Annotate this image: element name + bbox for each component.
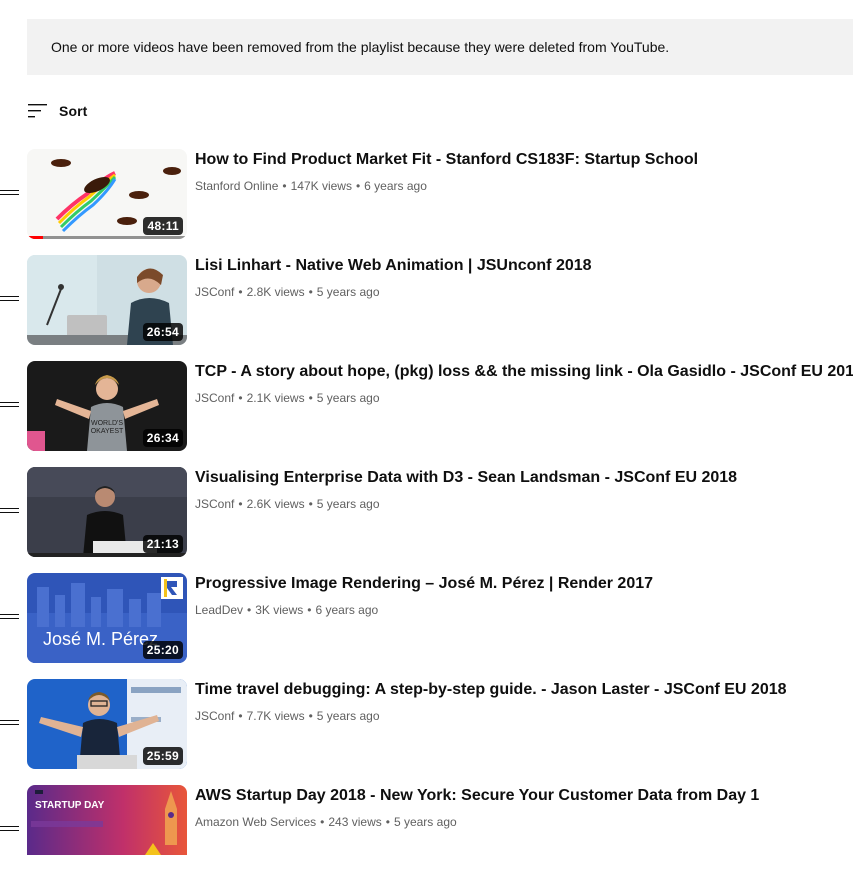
upload-age: 6 years ago	[315, 603, 379, 617]
removed-videos-notice: One or more videos have been removed fro…	[27, 19, 853, 75]
separator: •	[247, 603, 252, 617]
channel-name[interactable]: JSConf	[195, 391, 234, 405]
drag-handle-icon[interactable]	[0, 294, 19, 304]
separator: •	[307, 603, 312, 617]
channel-name[interactable]: JSConf	[195, 285, 234, 299]
video-duration: 25:20	[142, 641, 183, 659]
video-title[interactable]: Lisi Linhart - Native Web Animation | JS…	[195, 255, 845, 277]
playlist-video-item[interactable]: José M. Pérez 25:20 Progressive Image Re…	[0, 573, 853, 663]
playlist-video-item[interactable]: 26:54 Lisi Linhart - Native Web Animatio…	[0, 255, 853, 345]
sort-icon	[28, 104, 47, 118]
view-count: 2.8K views	[246, 285, 305, 299]
video-duration: 48:11	[143, 217, 183, 235]
video-thumbnail[interactable]: José M. Pérez 25:20	[27, 573, 187, 663]
channel-name[interactable]: JSConf	[195, 497, 234, 511]
video-thumbnail[interactable]: 25:59	[27, 679, 187, 769]
upload-age: 6 years ago	[364, 179, 427, 193]
watch-progress-fill	[27, 236, 43, 239]
video-title[interactable]: How to Find Product Market Fit - Stanfor…	[195, 149, 845, 171]
channel-name[interactable]: Stanford Online	[195, 179, 278, 193]
channel-name[interactable]: JSConf	[195, 709, 234, 723]
notice-text: One or more videos have been removed fro…	[51, 39, 670, 55]
video-duration: 26:34	[142, 429, 183, 447]
video-duration: 26:54	[142, 323, 183, 341]
video-title[interactable]: Time travel debugging: A step-by-step gu…	[195, 679, 845, 701]
upload-age: 5 years ago	[316, 391, 380, 405]
separator: •	[238, 709, 243, 723]
upload-age: 5 years ago	[316, 709, 380, 723]
thumbnail-caption: José M. Pérez	[43, 629, 158, 649]
drag-handle-icon[interactable]	[0, 612, 19, 622]
video-thumbnail[interactable]: 21:13	[27, 467, 187, 557]
separator: •	[238, 497, 243, 511]
view-count: 243 views	[328, 815, 382, 829]
video-thumbnail[interactable]: 48:11	[27, 149, 187, 239]
upload-age: 5 years ago	[393, 815, 457, 829]
drag-handle-icon[interactable]	[0, 718, 19, 728]
video-duration: 25:59	[142, 747, 183, 765]
drag-handle-icon[interactable]	[0, 506, 19, 516]
separator: •	[308, 285, 313, 299]
view-count: 3K views	[255, 603, 304, 617]
separator: •	[282, 179, 287, 193]
upload-age: 5 years ago	[316, 497, 380, 511]
separator: •	[385, 815, 390, 829]
playlist-video-item[interactable]: 48:11 How to Find Product Market Fit - S…	[0, 149, 853, 239]
separator: •	[308, 391, 313, 405]
video-title[interactable]: TCP - A story about hope, (pkg) loss && …	[195, 361, 853, 383]
drag-handle-icon[interactable]	[0, 400, 19, 410]
drag-handle-icon[interactable]	[0, 188, 19, 198]
separator: •	[238, 285, 243, 299]
sort-label: Sort	[59, 103, 88, 119]
video-duration: 21:13	[142, 535, 183, 553]
playlist-video-item[interactable]: WORLD'S OKAYEST 26:34 TCP - A story abou…	[0, 361, 853, 451]
channel-name[interactable]: LeadDev	[195, 603, 243, 617]
video-title[interactable]: Visualising Enterprise Data with D3 - Se…	[195, 467, 845, 489]
separator: •	[355, 179, 361, 193]
video-thumbnail[interactable]: WORLD'S OKAYEST 26:34	[27, 361, 187, 451]
watch-progress-bar	[27, 236, 187, 239]
svg-text:WORLD'S: WORLD'S	[91, 420, 123, 427]
svg-text:OKAYEST: OKAYEST	[91, 428, 124, 435]
upload-age: 5 years ago	[316, 285, 380, 299]
view-count: 7.7K views	[246, 709, 305, 723]
video-title[interactable]: AWS Startup Day 2018 - New York: Secure …	[195, 785, 845, 807]
video-title[interactable]: Progressive Image Rendering – José M. Pé…	[195, 573, 845, 595]
separator: •	[308, 497, 313, 511]
separator: •	[308, 709, 313, 723]
playlist-video-item[interactable]: 21:13 Visualising Enterprise Data with D…	[0, 467, 853, 557]
playlist-video-item[interactable]: 25:59 Time travel debugging: A step-by-s…	[0, 679, 853, 769]
drag-handle-icon[interactable]	[0, 824, 19, 834]
view-count: 147K views	[290, 179, 352, 193]
video-thumbnail[interactable]: STARTUP DAY	[27, 785, 187, 855]
video-thumbnail[interactable]: 26:54	[27, 255, 187, 345]
view-count: 2.1K views	[246, 391, 305, 405]
separator: •	[320, 815, 325, 829]
channel-name[interactable]: Amazon Web Services	[195, 815, 316, 829]
sort-button[interactable]: Sort	[28, 98, 87, 124]
playlist-video-item[interactable]: STARTUP DAY AWS Startup Day 2018 - New Y…	[0, 785, 853, 875]
thumbnail-caption: STARTUP DAY	[35, 800, 105, 811]
view-count: 2.6K views	[246, 497, 305, 511]
separator: •	[238, 391, 243, 405]
